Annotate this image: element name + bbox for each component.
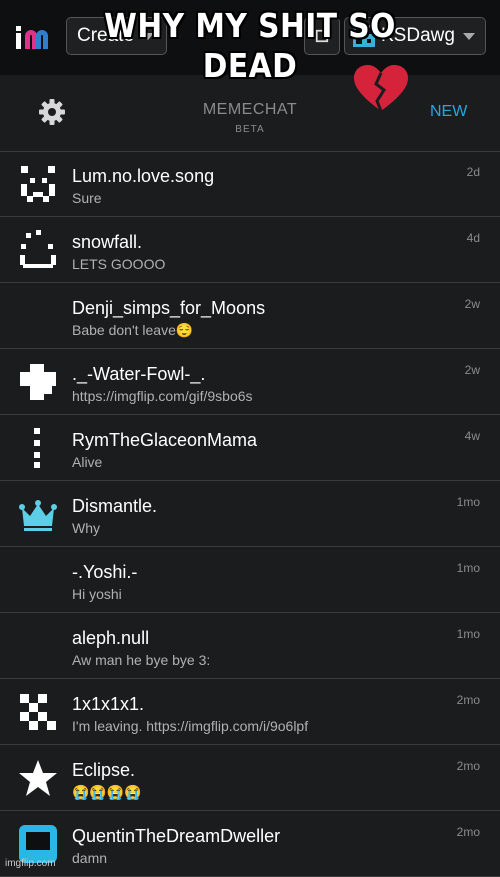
chat-timestamp: 2mo: [456, 759, 480, 773]
chat-last-message: 😭😭😭😭: [72, 784, 142, 800]
chat-last-message: Alive: [72, 454, 103, 470]
chat-name: -.Yoshi.-: [72, 562, 138, 582]
chat-row[interactable]: Denji_simps_for_Moons Babe don't leave😌 2w: [0, 283, 500, 349]
chat-last-message: LETS GOOOO: [72, 256, 166, 272]
broken-heart-icon: [354, 65, 408, 112]
beta-label: BETA: [235, 124, 265, 135]
chat-timestamp: 2mo: [456, 825, 480, 839]
chat-last-message: Aw man he bye bye 3:: [72, 652, 211, 668]
chat-row[interactable]: ._-Water-Fowl-_. https://imgflip.com/gif/…: [0, 349, 500, 415]
chat-row[interactable]: RymTheGlaceonMama Alive 4w: [0, 415, 500, 481]
chat-name: Lum.no.love.song: [72, 166, 215, 186]
chat-last-message: Why: [72, 520, 100, 536]
chat-timestamp: 1mo: [456, 495, 480, 509]
chat-timestamp: 1mo: [456, 561, 480, 575]
chat-name: ._-Water-Fowl-_.: [72, 364, 206, 384]
chat-name: Dismantle.: [72, 496, 158, 516]
pixel-cross-icon: [18, 362, 58, 402]
chat-row[interactable]: aleph.null Aw man he bye bye 3: 1mo: [0, 613, 500, 679]
page-title: MEMECHAT: [202, 101, 298, 118]
watermark: imgflip.com: [5, 858, 56, 869]
chat-row[interactable]: Lum.no.love.song Sure 2d: [0, 151, 500, 217]
crown-icon: [18, 494, 58, 534]
chat-timestamp: 1mo: [456, 627, 480, 641]
chat-last-message: Hi yoshi: [72, 586, 122, 602]
pixel-face-icon: [18, 164, 58, 204]
chat-timestamp: 2mo: [456, 693, 480, 707]
chat-timestamp: 2w: [464, 363, 480, 377]
chat-last-message: I'm leaving. https://imgflip.com/i/9o6lp…: [72, 718, 309, 734]
chat-name: RymTheGlaceonMama: [72, 430, 258, 450]
chat-row[interactable]: Eclipse. 😭😭😭😭 2mo: [0, 745, 500, 811]
pixel-smile-icon: [18, 230, 58, 270]
chat-row[interactable]: 1x1x1x1. I'm leaving. https://imgflip.com…: [0, 679, 500, 745]
chat-timestamp: 4d: [466, 231, 480, 245]
chat-last-message: Sure: [72, 190, 102, 206]
chat-row[interactable]: Dismantle. Why 1mo: [0, 481, 500, 547]
chat-name: Denji_simps_for_Moons: [72, 298, 266, 318]
chat-last-message: https://imgflip.com/gif/9sbo6s: [72, 388, 253, 404]
chat-name: 1x1x1x1.: [72, 694, 145, 714]
chat-row[interactable]: QuentinTheDreamDweller damn 2mo: [0, 811, 500, 877]
chat-row[interactable]: snowfall. LETS GOOOO 4d: [0, 217, 500, 283]
chat-row[interactable]: -.Yoshi.- Hi yoshi 1mo: [0, 547, 500, 613]
avatar: [18, 626, 58, 666]
star-icon: [18, 758, 58, 798]
chat-name: snowfall.: [72, 232, 143, 252]
avatar: [18, 560, 58, 600]
chat-last-message: damn: [72, 850, 108, 866]
chat-name: Eclipse.: [72, 760, 136, 780]
chat-timestamp: 4w: [464, 429, 480, 443]
chat-timestamp: 2w: [464, 297, 480, 311]
pixel-checker-icon: [18, 692, 58, 732]
chat-timestamp: 2d: [466, 165, 480, 179]
avatar: [18, 296, 58, 336]
chat-last-message: Babe don't leave😌: [72, 322, 194, 338]
new-chat-button[interactable]: NEW: [430, 103, 467, 121]
chevron-down-icon: [462, 32, 475, 40]
pixel-dots-icon: [18, 428, 58, 468]
chat-name: aleph.null: [72, 628, 150, 648]
imgflip-logo-icon[interactable]: [14, 20, 54, 54]
chat-name: QuentinTheDreamDweller: [72, 826, 281, 846]
